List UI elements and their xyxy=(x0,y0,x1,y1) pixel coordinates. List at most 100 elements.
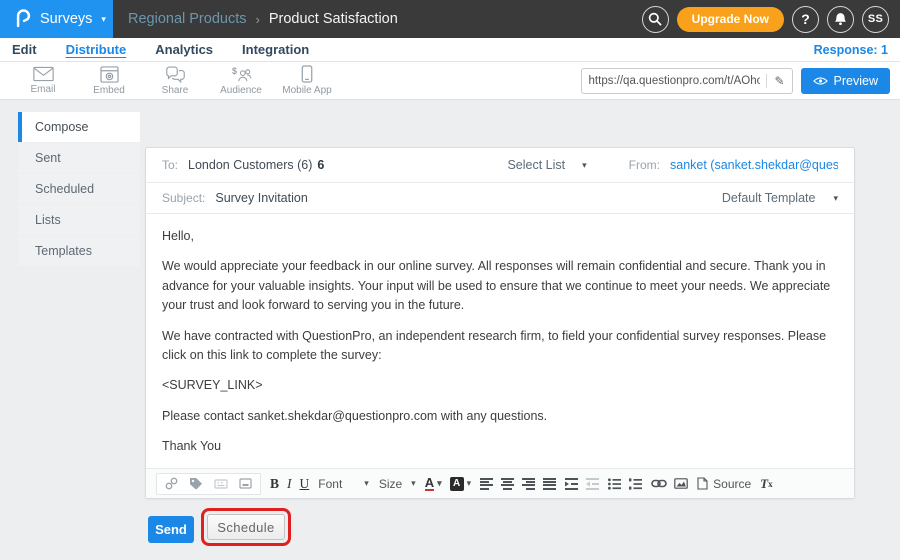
channel-toolbar-right: ✎ Preview xyxy=(581,68,890,94)
insert-tools-group xyxy=(156,473,261,495)
font-size-dropdown[interactable]: Size ▾ xyxy=(379,477,416,491)
tab-edit[interactable]: Edit xyxy=(12,42,37,57)
subject-row: Subject: Survey Invitation Default Templ… xyxy=(146,183,854,214)
text-color-dropdown[interactable]: A ▾ xyxy=(425,476,442,491)
alignment-group xyxy=(480,478,556,490)
text-color-label: A xyxy=(425,476,434,491)
channel-label: Mobile App xyxy=(282,85,331,96)
body-paragraph: We would appreciate your feedback in our… xyxy=(162,257,838,315)
response-count[interactable]: Response: 1 xyxy=(814,43,888,57)
outdent-icon[interactable] xyxy=(586,478,599,490)
channel-label: Audience xyxy=(220,85,262,96)
channel-label: Email xyxy=(30,84,55,95)
from-sender[interactable]: sanket (sanket.shekdar@ques... xyxy=(670,158,838,172)
tab-analytics[interactable]: Analytics xyxy=(155,42,213,57)
edit-url-icon[interactable]: ✎ xyxy=(766,74,784,88)
breadcrumb-current: Product Satisfaction xyxy=(269,11,398,27)
app-root: Surveys ▾ Regional Products › Product Sa… xyxy=(0,0,900,560)
to-row-right: Select List ▾ From: sanket (sanket.shekd… xyxy=(507,158,838,172)
background-color-dropdown[interactable]: A ▾ xyxy=(450,477,472,491)
tag-icon[interactable] xyxy=(189,477,203,491)
numbered-list-icon[interactable] xyxy=(629,478,642,490)
button-widget-icon[interactable] xyxy=(239,478,252,489)
source-label: Source xyxy=(713,477,751,491)
help-button[interactable]: ? xyxy=(792,6,819,33)
align-justify-icon[interactable] xyxy=(543,478,556,490)
tab-integration[interactable]: Integration xyxy=(242,42,309,57)
product-name: Surveys xyxy=(40,11,92,27)
remove-format-x: x xyxy=(768,479,773,489)
remove-format-button[interactable]: Tx xyxy=(760,476,772,492)
tab-distribute[interactable]: Distribute xyxy=(66,42,127,57)
preview-label: Preview xyxy=(834,74,878,88)
channel-toolbar: Email Embed Share $ xyxy=(0,62,900,100)
select-list-dropdown[interactable]: Select List ▾ xyxy=(507,158,586,172)
sidebar-item-lists[interactable]: Lists xyxy=(18,205,140,235)
channel-embed[interactable]: Embed xyxy=(76,66,142,96)
channel-email[interactable]: Email xyxy=(10,66,76,95)
send-button[interactable]: Send xyxy=(148,516,194,543)
embed-icon xyxy=(100,66,119,83)
breadcrumb-parent[interactable]: Regional Products xyxy=(128,11,247,27)
body-paragraph: Hello, xyxy=(162,227,838,246)
search-icon xyxy=(648,12,662,26)
preview-button[interactable]: Preview xyxy=(801,68,890,94)
bell-icon xyxy=(834,12,847,26)
chevron-down-icon: ▾ xyxy=(364,478,369,489)
product-switcher[interactable]: Surveys ▾ xyxy=(0,0,113,38)
italic-button[interactable]: I xyxy=(287,476,292,492)
keyboard-icon[interactable] xyxy=(214,479,228,489)
channel-label: Embed xyxy=(93,85,125,96)
upgrade-button[interactable]: Upgrade Now xyxy=(677,7,784,32)
top-header: Surveys ▾ Regional Products › Product Sa… xyxy=(0,0,900,38)
email-icon xyxy=(33,66,54,82)
schedule-button[interactable]: Schedule xyxy=(207,514,285,540)
align-right-icon[interactable] xyxy=(522,478,535,490)
remove-format-t: T xyxy=(760,476,768,492)
bold-button[interactable]: B xyxy=(270,476,279,492)
notifications-button[interactable] xyxy=(827,6,854,33)
to-recipients[interactable]: London Customers (6) xyxy=(188,158,312,172)
sidebar-item-scheduled[interactable]: Scheduled xyxy=(18,174,140,204)
to-row: To: London Customers (6) 6 Select List ▾… xyxy=(146,148,854,183)
eye-icon xyxy=(813,76,828,86)
sidebar-item-sent[interactable]: Sent xyxy=(18,143,140,173)
underline-button[interactable]: U xyxy=(300,476,310,492)
template-dropdown[interactable]: Default Template ▾ xyxy=(722,191,838,205)
channel-audience[interactable]: $ Audience xyxy=(208,66,274,96)
recipient-count: 6 xyxy=(317,158,324,172)
image-icon[interactable] xyxy=(674,478,688,489)
survey-url-field[interactable]: ✎ xyxy=(581,68,793,94)
indent-icon[interactable] xyxy=(565,478,578,490)
font-label: Font xyxy=(318,477,342,491)
distribute-content: Compose Sent Scheduled Lists Templates T… xyxy=(0,100,900,560)
search-button[interactable] xyxy=(642,6,669,33)
subject-row-right: Default Template ▾ xyxy=(722,191,838,205)
from-label: From: xyxy=(629,158,660,172)
align-center-icon[interactable] xyxy=(501,478,514,490)
sidebar-item-templates[interactable]: Templates xyxy=(18,236,140,266)
source-doc-icon xyxy=(697,477,708,490)
font-family-dropdown[interactable]: Font ▾ xyxy=(318,477,369,491)
channel-mobile-app[interactable]: Mobile App xyxy=(274,65,340,96)
text-style-group: B I U xyxy=(270,476,309,492)
bulleted-list-icon[interactable] xyxy=(608,478,621,490)
mobile-app-icon xyxy=(301,65,313,83)
chevron-down-icon: ▾ xyxy=(467,478,472,489)
subject-input[interactable]: Survey Invitation xyxy=(215,191,307,205)
chevron-down-icon: ▾ xyxy=(101,14,106,25)
source-button[interactable]: Source xyxy=(697,477,751,491)
sidebar-item-compose[interactable]: Compose xyxy=(18,112,140,142)
link-icon[interactable] xyxy=(651,479,667,488)
body-paragraph: Please contact sanket.shekdar@questionpr… xyxy=(162,407,838,426)
share-icon xyxy=(165,66,186,83)
email-body-editor[interactable]: Hello, We would appreciate your feedback… xyxy=(146,214,854,468)
bg-color-label: A xyxy=(450,477,464,491)
avatar[interactable]: SS xyxy=(862,6,889,33)
chevron-down-icon: ▾ xyxy=(833,193,838,204)
channel-share[interactable]: Share xyxy=(142,66,208,96)
media-group xyxy=(651,478,688,489)
unlink-icon[interactable] xyxy=(165,477,178,490)
survey-url-input[interactable] xyxy=(589,75,761,87)
align-left-icon[interactable] xyxy=(480,478,493,490)
